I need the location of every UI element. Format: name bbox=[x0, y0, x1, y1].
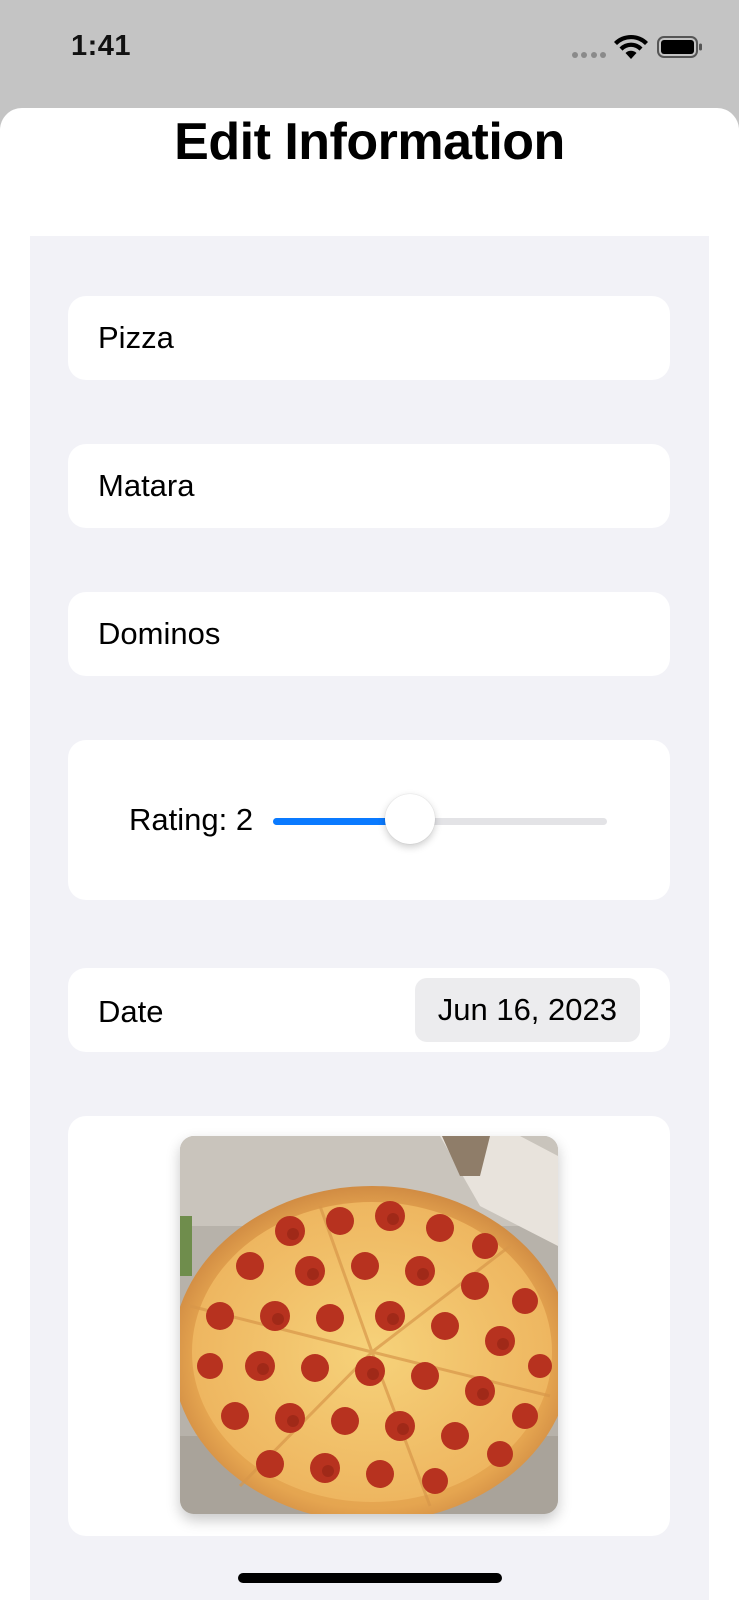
date-card: Date Jun 16, 2023 bbox=[68, 968, 670, 1052]
cellular-signal-icon bbox=[572, 52, 606, 58]
photo-card bbox=[68, 1116, 670, 1536]
rating-slider-thumb[interactable] bbox=[385, 794, 435, 844]
home-indicator[interactable] bbox=[238, 1573, 502, 1583]
food-name-card: Pizza bbox=[68, 296, 670, 380]
edit-sheet: Edit Information Pizza Matara Dominos Ra… bbox=[0, 108, 739, 1600]
status-bar: 1:41 bbox=[0, 0, 739, 96]
rating-label: Rating: 2 bbox=[129, 802, 254, 837]
edit-form: Pizza Matara Dominos Rating: 2 Date Jun … bbox=[30, 236, 709, 1600]
page-title: Edit Information bbox=[174, 113, 565, 171]
food-name-field[interactable]: Pizza bbox=[68, 296, 670, 380]
battery-icon bbox=[657, 36, 702, 58]
pizza-illustration bbox=[180, 1136, 558, 1514]
status-time: 1:41 bbox=[71, 30, 132, 62]
screen: 1:41 Edit Information Pizza Matara Domin… bbox=[0, 0, 739, 1600]
wifi-icon bbox=[614, 34, 648, 59]
rating-card: Rating: 2 bbox=[68, 740, 670, 900]
restaurant-card: Dominos bbox=[68, 592, 670, 676]
rating-slider-track[interactable] bbox=[273, 818, 607, 825]
restaurant-field[interactable]: Dominos bbox=[68, 592, 670, 676]
date-label: Date bbox=[98, 994, 164, 1029]
location-card: Matara bbox=[68, 444, 670, 528]
date-picker-button[interactable]: Jun 16, 2023 bbox=[414, 978, 640, 1042]
pizza-photo[interactable] bbox=[180, 1136, 558, 1514]
location-field[interactable]: Matara bbox=[68, 444, 670, 528]
